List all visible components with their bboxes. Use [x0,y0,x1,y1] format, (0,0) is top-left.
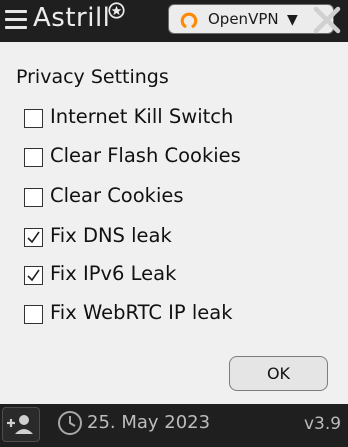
option-label: Clear Cookies [50,184,184,207]
date-label: 25. May 2023 [87,412,211,433]
add-user-button[interactable] [2,407,40,442]
checkmark-icon [27,269,40,282]
chevron-down-icon: ▼ [287,12,298,28]
option-label: Clear Flash Cookies [50,144,241,167]
option-label: Internet Kill Switch [50,105,234,128]
privacy-settings-panel: Privacy Settings Internet Kill Switch Cl… [0,42,348,404]
checkbox-icon[interactable] [24,266,43,285]
checkbox-icon[interactable] [24,148,43,167]
add-user-icon [7,415,33,434]
checkbox-icon[interactable] [24,305,43,324]
ok-button[interactable]: OK [229,356,328,391]
footer-bar: 25. May 2023 v3.9 [0,404,348,447]
title-bar: Astrill OpenVPN ▼ [0,0,348,42]
astrill-star-icon [108,2,125,19]
checkbox-icon[interactable] [24,188,43,207]
checkbox-icon[interactable] [24,228,43,247]
protocol-label: OpenVPN [208,10,279,28]
version-label: v3.9 [304,414,342,434]
protocol-dropdown[interactable]: OpenVPN ▼ [168,4,334,34]
clock-icon [58,411,82,435]
option-label: Fix DNS leak [50,224,172,247]
panel-title: Privacy Settings [16,66,169,88]
option-label: Fix IPv6 Leak [50,262,177,285]
menu-icon[interactable] [5,9,27,29]
openvpn-icon [180,12,198,28]
checkmark-icon [27,231,40,244]
option-label: Fix WebRTC IP leak [50,301,233,324]
checkbox-icon[interactable] [24,109,43,128]
brand-name: Astrill [33,3,111,33]
close-icon[interactable] [311,4,343,36]
